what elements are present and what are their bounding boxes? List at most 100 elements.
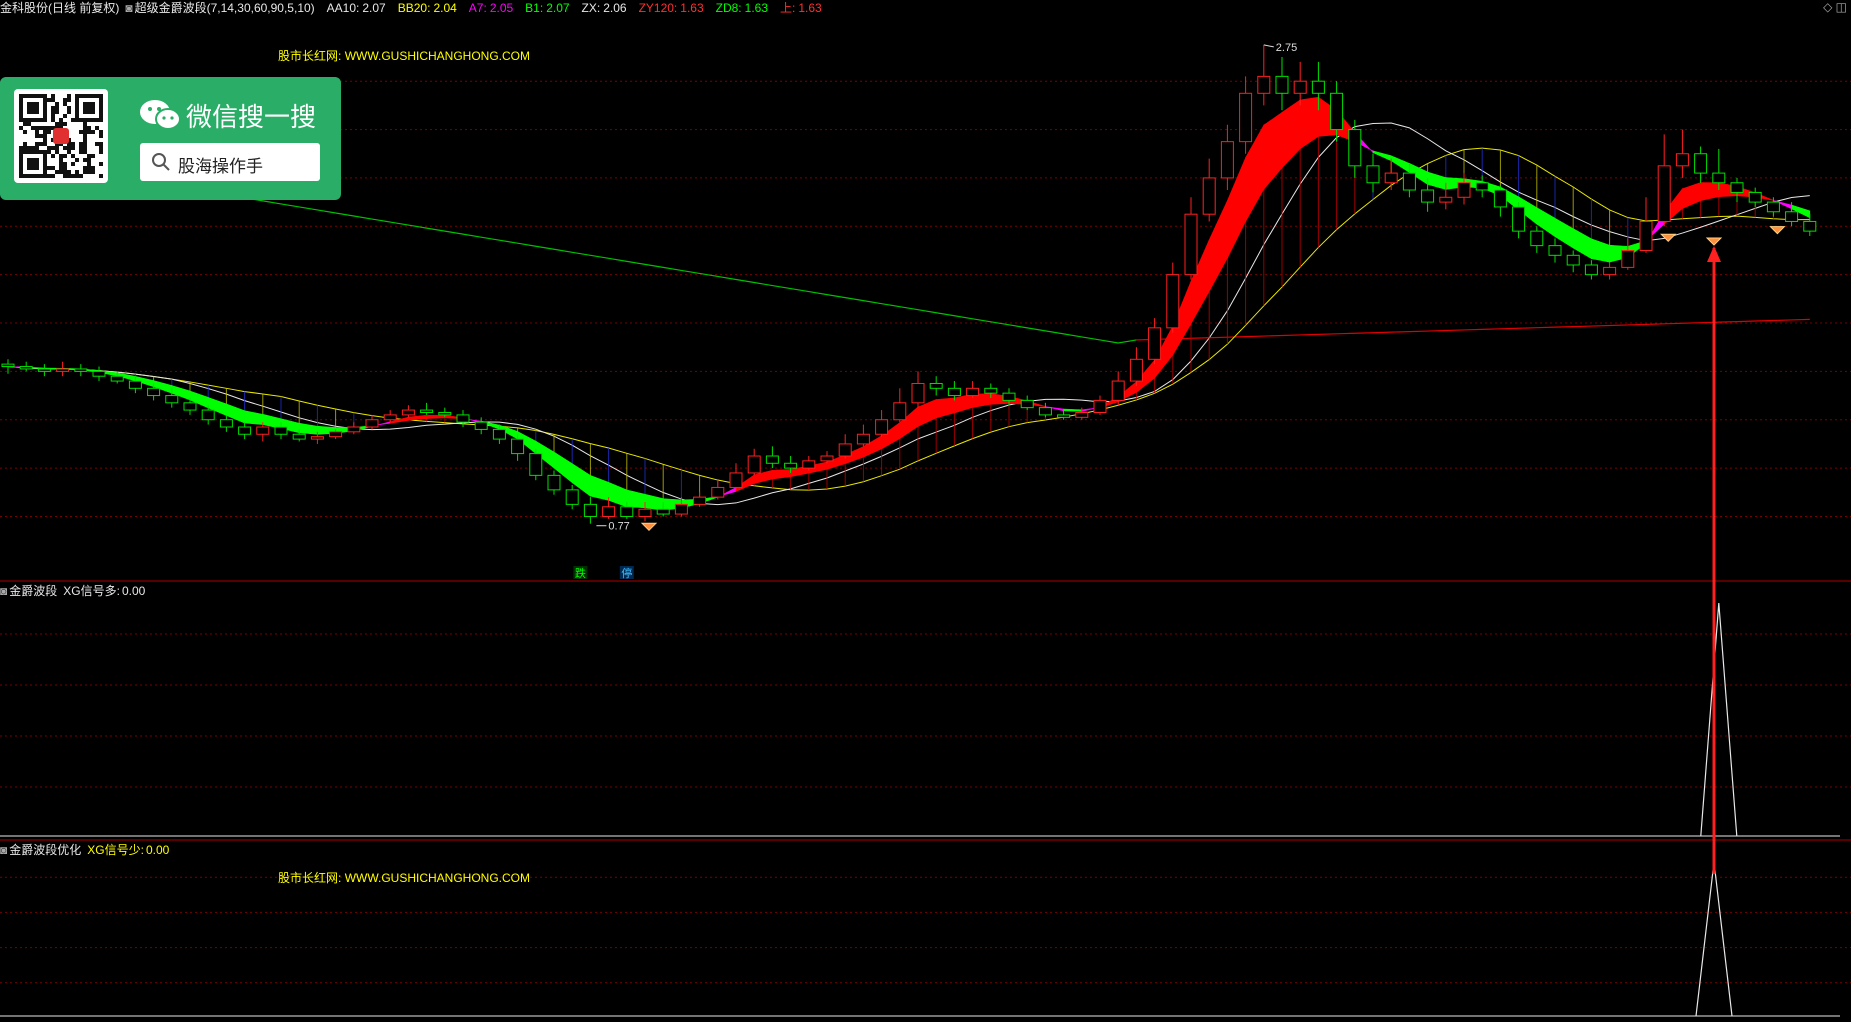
- candle-body: [1257, 75, 1271, 94]
- candle-body: [37, 368, 51, 372]
- candle-body: [747, 455, 761, 474]
- candle-body: [19, 366, 33, 370]
- candle-body: [1093, 399, 1107, 413]
- candle-body: [1512, 206, 1526, 232]
- candle-body: [1712, 172, 1726, 184]
- wechat-title: 微信搜一搜: [186, 103, 317, 133]
- candle-body: [838, 443, 852, 457]
- band-segment: [1390, 155, 1410, 174]
- candle-body: [492, 428, 506, 440]
- band-segment: [298, 422, 318, 435]
- panel3-signal-spike: [1695, 861, 1733, 1017]
- candle-body: [1038, 407, 1052, 416]
- panel2-signal-spike: [1700, 602, 1738, 837]
- candle-body: [765, 455, 779, 464]
- candle-body: [1421, 189, 1435, 203]
- candle-body: [1184, 213, 1198, 276]
- candle-body: [1148, 327, 1162, 360]
- candle-body: [693, 496, 707, 505]
- candle-body: [729, 472, 743, 488]
- candle-body: [238, 426, 252, 435]
- tag-die: 跌: [575, 566, 586, 580]
- band-segment: [954, 393, 973, 414]
- candle-body: [1384, 172, 1398, 184]
- candle-body: [1366, 165, 1380, 184]
- candle-body: [711, 486, 725, 498]
- search-icon: [152, 153, 170, 171]
- band-segment: [917, 399, 937, 427]
- candle-body: [1402, 172, 1416, 191]
- band-segment: [1263, 111, 1283, 191]
- candle-body: [547, 474, 561, 491]
- candle-body: [1475, 182, 1489, 191]
- band-segment: [1554, 217, 1574, 249]
- candle-body: [383, 414, 397, 421]
- candle-body: [802, 460, 816, 469]
- candle-body: [274, 426, 288, 435]
- candle-body: [911, 382, 925, 404]
- band-segment: [935, 397, 955, 419]
- band-segment: [1427, 171, 1447, 190]
- candle-body: [674, 503, 688, 515]
- band-segment: [408, 414, 427, 421]
- buy-diamond-icon: [1769, 226, 1786, 235]
- candle-body: [1766, 201, 1780, 213]
- candle-body: [1621, 249, 1635, 268]
- wechat-search-box[interactable]: 股海操作手: [140, 143, 320, 181]
- candle-body: [256, 426, 270, 435]
- candle-body: [347, 426, 361, 433]
- band-segment: [1372, 150, 1392, 162]
- candle-body: [1239, 92, 1253, 143]
- candle-body: [620, 506, 634, 517]
- band-segment: [1299, 96, 1319, 150]
- panel2-name[interactable]: 金爵波段: [9, 584, 57, 598]
- candle-body: [201, 409, 215, 421]
- candle-body: [1457, 182, 1471, 198]
- candle-body: [1548, 245, 1562, 256]
- buy-diamond-icon: [1705, 237, 1723, 246]
- panel2-header: ◙ 金爵波段 XG信号多: 0.00: [0, 583, 151, 599]
- candle-body: [401, 409, 415, 416]
- candle-body: [474, 421, 488, 430]
- candle-body: [875, 419, 889, 435]
- collapse-icon[interactable]: ◙: [0, 584, 7, 598]
- band-segment: [608, 481, 628, 508]
- signal-arrow-head: [1707, 246, 1721, 262]
- band-segment: [426, 414, 446, 419]
- candle-body: [1348, 129, 1362, 167]
- candle-body: [583, 503, 597, 517]
- candle-body: [74, 368, 88, 372]
- candle-body: [1530, 230, 1544, 247]
- panel3-header: ◙ 金爵波段优化 XG信号少: 0.00: [0, 842, 175, 858]
- band-segment: [262, 413, 282, 429]
- candle-body: [329, 431, 343, 438]
- wechat-search-text: 股海操作手: [178, 157, 263, 177]
- collapse-icon[interactable]: ◙: [0, 843, 7, 857]
- candle-body: [1493, 189, 1507, 208]
- candle-body: [1, 363, 15, 368]
- candle-body: [128, 380, 142, 389]
- candle-body: [602, 506, 616, 517]
- candle-body: [310, 436, 324, 440]
- band-segment: [1572, 228, 1592, 260]
- tag-ting: 停: [621, 566, 632, 580]
- candle-body: [438, 411, 452, 416]
- candle-body: [1584, 264, 1598, 276]
- band-segment: [1700, 182, 1720, 202]
- qr-code-icon: [14, 89, 108, 183]
- candle-body: [1675, 153, 1689, 167]
- candle-body: [1803, 220, 1817, 232]
- candle-body: [1275, 75, 1289, 94]
- candle-body: [147, 387, 161, 397]
- candle-body: [420, 409, 434, 413]
- candle-body: [1566, 254, 1580, 266]
- high-label: 2.75: [1276, 42, 1297, 54]
- candle-body: [1002, 392, 1016, 401]
- candle-body: [219, 419, 233, 428]
- candle-body: [1330, 92, 1344, 131]
- panel3-name[interactable]: 金爵波段优化: [9, 843, 81, 857]
- candle-body: [947, 387, 961, 397]
- watermark-top: 股市长红网: WWW.GUSHICHANGHONG.COM: [278, 49, 531, 63]
- candle-body: [1057, 414, 1071, 418]
- band-segment: [626, 489, 646, 509]
